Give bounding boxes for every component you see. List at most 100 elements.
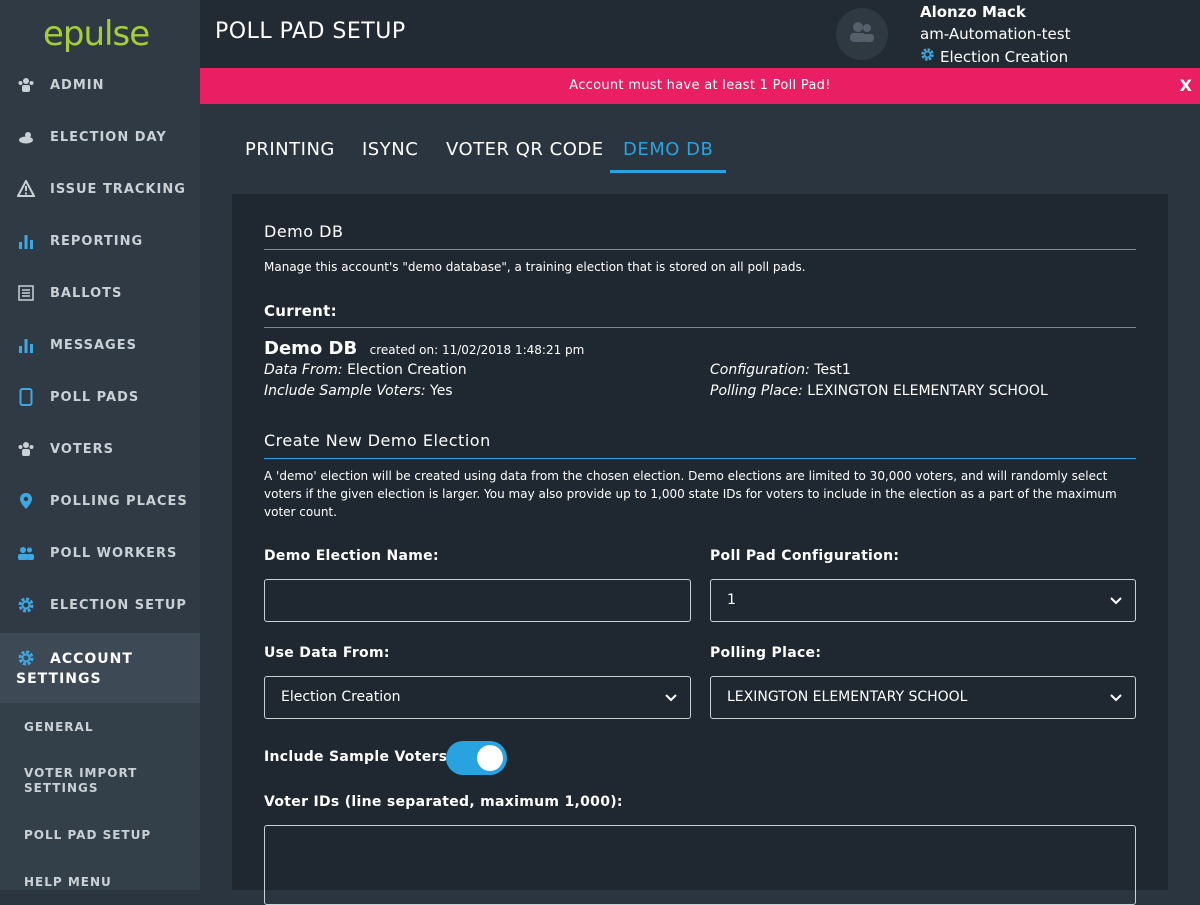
gear-icon <box>17 596 35 614</box>
sidebar-item-polling-places[interactable]: POLLING PLACES <box>0 475 200 527</box>
poll-pad-config-select[interactable]: 1 <box>710 579 1136 622</box>
tablet-icon <box>17 388 35 406</box>
subnav-item-poll-pad-setup[interactable]: POLL PAD SETUP <box>24 828 184 843</box>
users-icon <box>847 21 877 47</box>
tab-demo-db[interactable]: DEMO DB <box>610 139 727 173</box>
include-sample-voters-toggle[interactable] <box>446 741 507 775</box>
sidebar-item-label: MESSAGES <box>50 337 137 353</box>
use-data-from-select[interactable]: Election Creation <box>264 676 691 719</box>
polling-place-select[interactable]: LEXINGTON ELEMENTARY SCHOOL <box>710 676 1136 719</box>
include-sample-voters-label: Include Sample Voters <box>264 749 448 765</box>
configuration-value: Test1 <box>814 362 851 378</box>
sidebar-item-election-setup[interactable]: ELECTION SETUP <box>0 579 200 631</box>
sidebar-item-issue-tracking[interactable]: ISSUE TRACKING <box>0 163 200 215</box>
people-icon <box>17 440 35 458</box>
current-configuration: Configuration: Test1 <box>710 362 851 378</box>
weather-icon <box>17 128 35 146</box>
data-from-label: Data From: <box>264 362 343 378</box>
map-pin-icon <box>17 492 35 510</box>
chevron-down-icon <box>1110 694 1122 702</box>
people-icon <box>17 76 35 94</box>
sidebar-item-messages[interactable]: MESSAGES <box>0 319 200 371</box>
current-data-from: Data From: Election Creation <box>264 362 467 378</box>
current-polling-place: Polling Place: LEXINGTON ELEMENTARY SCHO… <box>710 383 1048 399</box>
user-name: Alonzo Mack <box>920 3 1026 21</box>
current-db-created: created on: 11/02/2018 1:48:21 pm <box>369 343 585 357</box>
gear-icon <box>920 47 935 66</box>
sidebar-item-election-day[interactable]: ELECTION DAY <box>0 111 200 163</box>
alert-banner: Account must have at least 1 Poll Pad! X <box>200 68 1200 104</box>
use-data-from-label: Use Data From: <box>264 645 390 661</box>
subnav-item-voter-import-settings[interactable]: VOTER IMPORT SETTINGS <box>24 766 184 796</box>
epulse-logo: epulse <box>43 14 150 54</box>
bar-chart-icon <box>17 336 35 354</box>
sidebar-item-label: POLLING PLACES <box>50 493 188 509</box>
sidebar-item-poll-pads[interactable]: POLL PADS <box>0 371 200 423</box>
account-settings-subnav: GENERAL VOTER IMPORT SETTINGS POLL PAD SE… <box>0 703 200 890</box>
voter-ids-label: Voter IDs (line separated, maximum 1,000… <box>264 794 623 810</box>
polling-place-field-label: Polling Place: <box>710 645 822 661</box>
poll-pad-config-label: Poll Pad Configuration: <box>710 548 900 564</box>
polling-place-value: LEXINGTON ELEMENTARY SCHOOL <box>807 383 1048 399</box>
polling-place-select-value: LEXINGTON ELEMENTARY SCHOOL <box>727 689 968 705</box>
sidebar-item-label: POLL PADS <box>50 389 140 405</box>
sidebar-item-label: ISSUE TRACKING <box>50 181 186 197</box>
sidebar-item-voters[interactable]: VOTERS <box>0 423 200 475</box>
tab-voter-qr-code[interactable]: VOTER QR CODE <box>433 139 617 173</box>
voter-ids-textarea[interactable] <box>264 825 1136 905</box>
sidebar: epulse ADMIN ELECTION DAY ISSUE TRACKING… <box>0 0 200 890</box>
chevron-down-icon <box>665 694 677 702</box>
current-election-label: Election Creation <box>940 47 1069 66</box>
close-icon[interactable]: X <box>1180 76 1192 95</box>
bar-chart-icon <box>17 232 35 250</box>
account-name: am-Automation-test <box>920 25 1071 43</box>
sidebar-item-label-line1: ACCOUNT <box>50 651 133 667</box>
sidebar-item-label: ELECTION SETUP <box>50 597 187 613</box>
demo-db-panel: Demo DB Manage this account's "demo data… <box>232 194 1168 905</box>
divider <box>264 458 1136 459</box>
polling-place-label: Polling Place: <box>710 383 803 399</box>
page-title: POLL PAD SETUP <box>215 19 406 44</box>
sidebar-item-label: BALLOTS <box>50 285 123 301</box>
subnav-item-general[interactable]: GENERAL <box>24 720 184 735</box>
sidebar-item-label: ADMIN <box>50 77 105 93</box>
avatar[interactable] <box>836 8 888 60</box>
create-description: A 'demo' election will be created using … <box>264 469 1117 519</box>
sample-voters-label: Include Sample Voters: <box>264 383 426 399</box>
alert-message: Account must have at least 1 Poll Pad! <box>569 78 831 93</box>
tab-printing[interactable]: PRINTING <box>232 139 348 173</box>
sidebar-item-admin[interactable]: ADMIN <box>0 59 200 111</box>
top-header: POLL PAD SETUP Alonzo Mack am-Automation… <box>200 0 1200 68</box>
current-heading: Current: <box>264 302 337 320</box>
current-db-header: Demo DB created on: 11/02/2018 1:48:21 p… <box>264 338 584 359</box>
subnav-item-label-line2: SETTINGS <box>24 781 99 795</box>
demo-election-name-label: Demo Election Name: <box>264 548 439 564</box>
subnav-item-help-menu[interactable]: HELP MENU <box>24 875 184 890</box>
current-db-name: Demo DB <box>264 338 358 359</box>
sidebar-item-reporting[interactable]: REPORTING <box>0 215 200 267</box>
sidebar-item-label-line2: SETTINGS <box>16 671 102 687</box>
sidebar-item-poll-workers[interactable]: POLL WORKERS <box>0 527 200 579</box>
subnav-item-label-line1: VOTER IMPORT <box>24 766 138 780</box>
sidebar-item-ballots[interactable]: BALLOTS <box>0 267 200 319</box>
sidebar-item-label: ACCOUNT SETTINGS <box>16 649 176 689</box>
sample-voters-value: Yes <box>430 383 453 399</box>
poll-pad-config-value: 1 <box>727 592 736 608</box>
section-title-demo-db: Demo DB <box>264 222 344 241</box>
current-election[interactable]: Election Creation <box>920 47 1068 66</box>
tab-isync[interactable]: ISYNC <box>349 139 431 173</box>
divider <box>264 249 1136 250</box>
sidebar-item-account-settings[interactable]: ACCOUNT SETTINGS <box>0 633 200 703</box>
configuration-label: Configuration: <box>710 362 810 378</box>
create-heading: Create New Demo Election <box>264 431 491 450</box>
sidebar-item-label: VOTERS <box>50 441 115 457</box>
sidebar-item-label: POLL WORKERS <box>50 545 178 561</box>
divider <box>264 327 1136 328</box>
sidebar-item-label: ELECTION DAY <box>50 129 167 145</box>
warning-icon <box>17 180 35 198</box>
use-data-from-value: Election Creation <box>281 689 401 705</box>
demo-election-name-input[interactable] <box>264 579 691 622</box>
data-from-value: Election Creation <box>347 362 467 378</box>
chevron-down-icon <box>1110 597 1122 605</box>
sidebar-item-label: REPORTING <box>50 233 144 249</box>
